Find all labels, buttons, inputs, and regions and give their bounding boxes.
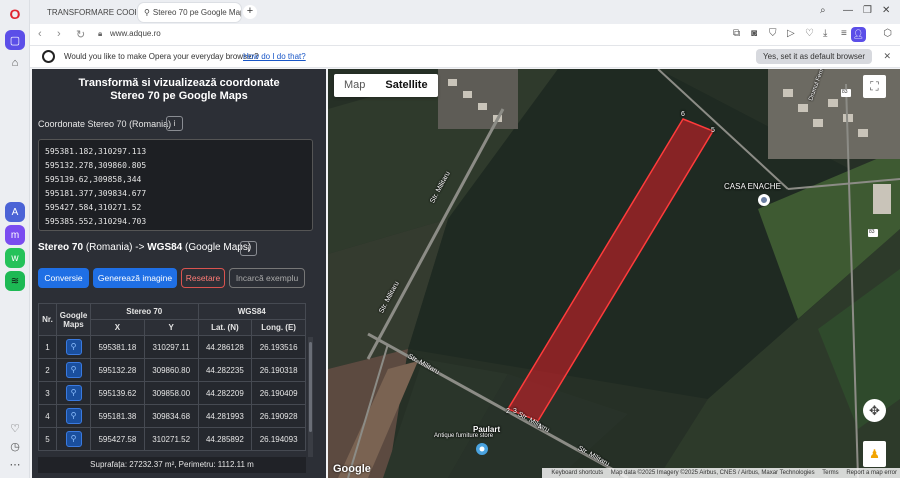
col-nr: Nr. xyxy=(38,303,57,336)
map-data-text: Map data ©2025 Imagery ©2025 Airbus, CNE… xyxy=(610,470,815,476)
history-icon[interactable]: ◷ xyxy=(5,436,25,456)
vertex-label: 3 xyxy=(513,408,517,415)
menu-icon[interactable]: ≡ xyxy=(841,28,847,39)
place-label[interactable]: CASA ENACHE xyxy=(724,182,781,191)
google-logo: Google xyxy=(333,463,371,475)
satellite-imagery xyxy=(328,69,900,478)
table-row: 5 ⚲ 595427.58 310271.52 44.285892 26.194… xyxy=(38,427,306,451)
area-summary: Suprafața: 27232.37 m², Perimetru: 1112.… xyxy=(38,457,306,473)
forward-icon[interactable]: › xyxy=(57,28,61,40)
info-icon[interactable]: i xyxy=(166,116,183,131)
map-type-map[interactable]: Map xyxy=(334,74,375,97)
map-pin-icon[interactable]: ⚲ xyxy=(65,339,82,355)
keyboard-shortcuts-link[interactable]: Keyboard shortcuts xyxy=(551,470,603,476)
more-icon[interactable]: ⋯ xyxy=(5,454,25,474)
extensions-icon[interactable]: ⧉ xyxy=(733,28,740,39)
col-long: Long. (E) xyxy=(251,319,306,336)
page-title: Transformă si vizualizează coordonate St… xyxy=(78,77,280,102)
vertex-label: 6 xyxy=(681,111,685,118)
col-lat: Lat. (N) xyxy=(197,319,253,336)
results-table: Nr. Google Maps Stereo 70 WGS84 X Y Lat.… xyxy=(38,303,306,451)
map-pin-icon[interactable]: ⚲ xyxy=(65,362,82,378)
map-pin-icon[interactable]: ⚲ xyxy=(65,431,82,447)
opera-logo-icon xyxy=(42,50,55,63)
map-pin-icon[interactable]: ⚲ xyxy=(65,385,82,401)
player-icon[interactable]: ▷ xyxy=(787,28,795,39)
profile-icon[interactable]: 👤︎ xyxy=(851,27,866,42)
spotify-icon[interactable]: ≋ xyxy=(5,271,25,291)
reload-icon[interactable]: ↻ xyxy=(76,28,85,41)
coordinates-textarea[interactable]: 595381.182,310297.113 595132.278,309860.… xyxy=(38,139,313,231)
tab-transformare[interactable]: TRANSFORMARE COORDO xyxy=(36,3,136,22)
table-row: 4 ⚲ 595181.38 309834.68 44.281993 26.190… xyxy=(38,404,306,428)
load-example-button[interactable]: Incarcă exemplu xyxy=(229,268,305,288)
camera-control-icon[interactable]: ✥ xyxy=(863,399,886,422)
messenger-icon[interactable]: m xyxy=(5,225,25,245)
vertex-label: 5 xyxy=(711,127,715,134)
table-scrollbar[interactable] xyxy=(308,337,313,457)
terms-link[interactable]: Terms xyxy=(822,470,838,476)
whatsapp-icon[interactable]: w xyxy=(5,248,25,268)
url-field[interactable]: www.adque.ro xyxy=(110,29,161,38)
map-type-toggle: Map Satellite xyxy=(334,74,438,97)
home-icon[interactable]: ⌂ xyxy=(5,53,25,73)
col-google-maps: Google Maps xyxy=(56,303,91,336)
opera-menu-icon[interactable]: O xyxy=(5,4,25,24)
search-tabs-icon[interactable]: ⌕ xyxy=(820,5,826,16)
table-row: 1 ⚲ 595381.18 310297.11 44.286128 26.193… xyxy=(38,335,306,359)
input-label: Coordonate Stereo 70 (Romania) xyxy=(38,119,172,129)
table-row: 2 ⚲ 595132.28 309860.80 44.282235 26.190… xyxy=(38,358,306,382)
lock-icon: 🔒︎ xyxy=(98,29,103,38)
poi-subtitle: Antique furniture store xyxy=(434,433,494,439)
road-badge: 83 xyxy=(869,229,875,235)
workspace-icon[interactable]: ▢ xyxy=(5,30,25,50)
shield-icon[interactable]: ⛉ xyxy=(769,28,777,39)
road-badge: 83 xyxy=(842,89,848,95)
camera-icon[interactable]: ◙ xyxy=(751,28,757,39)
conversion-label: Stereo 70 (Romania) -> WGS84 (Google Map… xyxy=(38,242,252,253)
close-window-icon[interactable]: ✕ xyxy=(882,5,890,16)
col-y: Y xyxy=(143,319,199,336)
favorites-icon[interactable]: ♡ xyxy=(5,418,25,438)
fullscreen-icon[interactable]: ⛶ xyxy=(863,75,886,98)
restore-icon[interactable]: ❐ xyxy=(863,5,872,16)
col-x: X xyxy=(90,319,145,336)
tab-strip: TRANSFORMARE COORDO ⚲ Stereo 70 pe Googl… xyxy=(30,0,900,24)
sidebar: O ▢ ⌂ A m w ≋ ♡ ◷ ⋯ xyxy=(0,0,30,478)
address-bar: ‹ › ↻ 🔒︎ www.adque.ro ⧉ ◙ ⛉ ▷ ♡ ⤓ ≡ 👤︎ ⬡ xyxy=(30,24,900,46)
settings-cube-icon[interactable]: ⬡ xyxy=(883,28,892,39)
map-pin-icon[interactable]: ⚲ xyxy=(65,408,82,424)
vertex-label: 2 xyxy=(506,408,510,415)
reset-button[interactable]: Resetare xyxy=(181,268,225,288)
close-icon[interactable]: ✕ xyxy=(883,51,891,62)
vertex-label: 4 xyxy=(538,424,542,431)
prompt-text: Would you like to make Opera your everyd… xyxy=(64,52,259,61)
tab-stereo70[interactable]: ⚲ Stereo 70 pe Google Maps xyxy=(138,3,241,22)
heart-icon[interactable]: ♡ xyxy=(805,28,814,39)
street-view-pegman-icon[interactable]: ♟ xyxy=(863,441,886,467)
default-browser-prompt: Would you like to make Opera your everyd… xyxy=(30,46,900,68)
prompt-link[interactable]: How do I do that? xyxy=(243,52,306,61)
minimize-icon[interactable]: — xyxy=(843,5,853,16)
col-wgs84: WGS84 xyxy=(197,303,306,320)
table-row: 3 ⚲ 595139.62 309858.00 44.282209 26.190… xyxy=(38,381,306,405)
pin-favicon-icon: ⚲ xyxy=(144,8,150,17)
new-tab-button[interactable]: + xyxy=(243,5,257,19)
generate-image-button[interactable]: Generează imagine xyxy=(93,268,177,288)
convert-button[interactable]: Conversie xyxy=(38,268,89,288)
back-icon[interactable]: ‹ xyxy=(38,28,42,40)
app-store-icon[interactable]: A xyxy=(5,202,25,222)
download-icon[interactable]: ⤓ xyxy=(823,28,827,39)
set-default-button[interactable]: Yes, set it as default browser xyxy=(756,49,872,64)
converter-panel: Transformă si vizualizează coordonate St… xyxy=(32,69,326,478)
map-type-satellite[interactable]: Satellite xyxy=(375,74,437,97)
map-view[interactable]: Map Satellite ⛶ ✥ ♟ CASA ENACHE Paulart … xyxy=(328,69,900,478)
col-stereo70: Stereo 70 xyxy=(90,303,199,320)
report-error-link[interactable]: Report a map error xyxy=(846,470,897,476)
conversion-info-icon[interactable]: i xyxy=(240,241,257,256)
map-attribution: Keyboard shortcuts Map data ©2025 Imager… xyxy=(542,468,900,478)
